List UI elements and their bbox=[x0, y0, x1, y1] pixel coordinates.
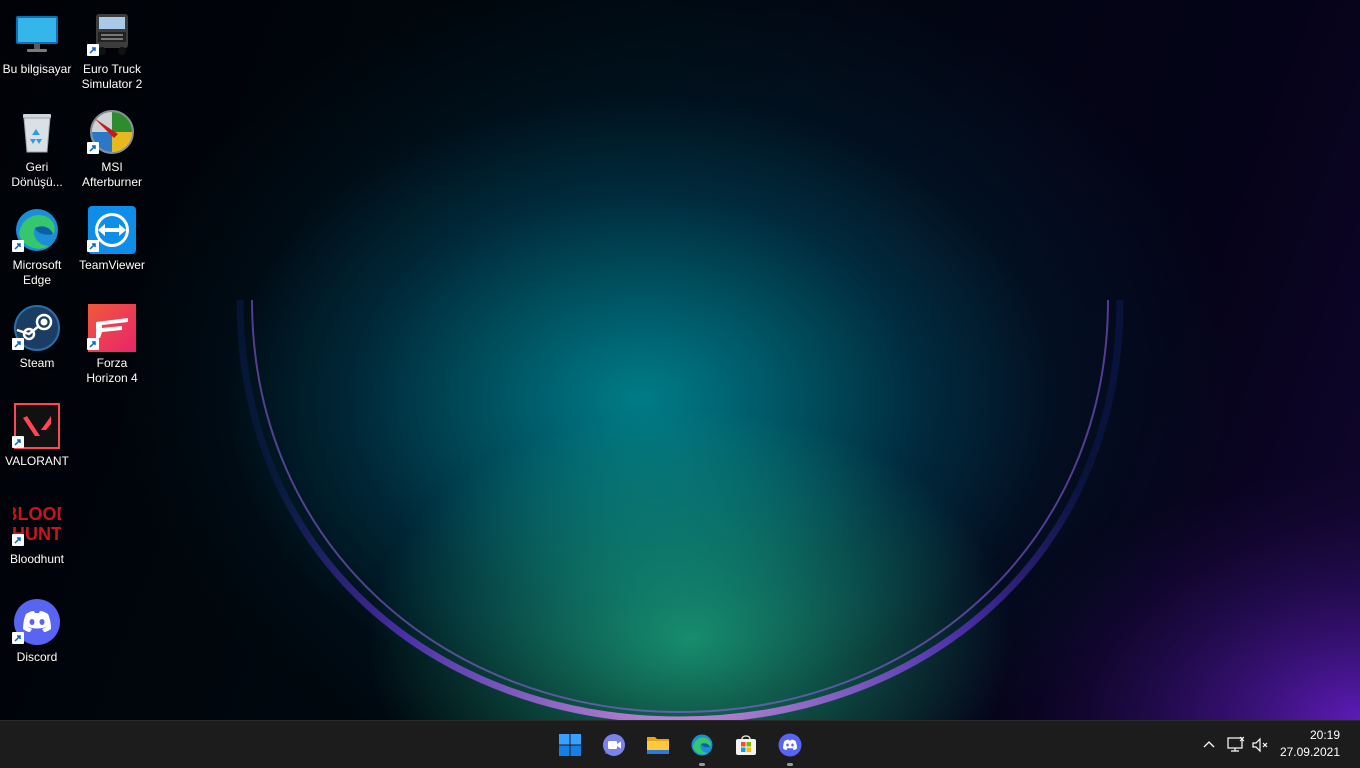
chevron-up-icon bbox=[1203, 741, 1215, 748]
file-explorer-button[interactable] bbox=[638, 725, 678, 765]
show-hidden-icons-button[interactable] bbox=[1197, 733, 1221, 757]
shortcut-arrow-icon bbox=[12, 436, 24, 448]
shortcut-arrow-icon bbox=[87, 338, 99, 350]
taskbar: 20:19 27.09.2021 bbox=[0, 720, 1360, 768]
svg-text:BLOOD: BLOOD bbox=[13, 504, 61, 524]
desktop-icon-label: TeamViewer bbox=[79, 258, 145, 272]
shortcut-arrow-icon bbox=[12, 338, 24, 350]
clock-date: 27.09.2021 bbox=[1279, 745, 1340, 759]
desktop-icon-label: Bu bilgisayar bbox=[2, 62, 72, 76]
desktop-icon-bloodhunt[interactable]: BLOOD HUNT Bloodhunt bbox=[0, 494, 74, 588]
desktop-icon-this-pc[interactable]: Bu bilgisayar bbox=[0, 4, 74, 98]
discord-icon bbox=[778, 733, 802, 757]
start-button[interactable] bbox=[550, 725, 590, 765]
desktop-icon-recycle-bin[interactable]: Geri Dönüşü... bbox=[0, 102, 74, 196]
desktop-icon-steam[interactable]: Steam bbox=[0, 298, 74, 392]
desktop-icon-label: Microsoft Edge bbox=[12, 258, 62, 287]
edge-taskbar-button[interactable] bbox=[682, 725, 722, 766]
desktop-icon-label: Bloodhunt bbox=[9, 552, 65, 566]
wallpaper-bloom bbox=[236, 299, 1360, 720]
desktop-icon-label: Steam bbox=[19, 356, 55, 370]
monitor-icon bbox=[16, 16, 58, 52]
desktop[interactable]: Bu bilgisayar Geri Dönüşü... Microsoft E… bbox=[0, 0, 1360, 720]
shortcut-arrow-icon bbox=[87, 44, 99, 56]
desktop-icon-label: Discord bbox=[16, 650, 58, 664]
desktop-icon-label: Geri Dönüşü... bbox=[11, 160, 63, 189]
volume-button[interactable] bbox=[1249, 733, 1273, 757]
teams-chat-button[interactable] bbox=[594, 725, 634, 765]
shortcut-arrow-icon bbox=[12, 240, 24, 252]
desktop-icon-label: VALORANT bbox=[5, 454, 69, 468]
clock[interactable]: 20:19 27.09.2021 bbox=[1272, 727, 1356, 761]
volume-muted-icon bbox=[1252, 737, 1268, 753]
desktop-icon-valorant[interactable]: VALORANT bbox=[0, 396, 74, 490]
shortcut-arrow-icon bbox=[87, 240, 99, 252]
running-indicator bbox=[699, 763, 705, 766]
shortcut-arrow-icon bbox=[12, 632, 24, 644]
shortcut-arrow-icon bbox=[12, 534, 24, 546]
store-icon bbox=[736, 735, 756, 755]
recycle-bin-icon bbox=[23, 114, 51, 153]
running-indicator bbox=[787, 763, 793, 766]
desktop-icon-edge[interactable]: Microsoft Edge bbox=[0, 200, 74, 294]
desktop-icon-label: Forza Horizon 4 bbox=[86, 356, 138, 385]
network-status-button[interactable] bbox=[1224, 733, 1248, 757]
desktop-icon-label: Euro Truck Simulator 2 bbox=[81, 62, 143, 91]
shortcut-arrow-icon bbox=[87, 142, 99, 154]
clock-time: 20:19 bbox=[1309, 728, 1340, 742]
video-chat-icon bbox=[603, 734, 625, 756]
windows-logo-icon bbox=[559, 734, 581, 756]
edge-icon bbox=[691, 734, 713, 756]
desktop-icon-discord[interactable]: Discord bbox=[0, 592, 74, 686]
desktop-icon-label: MSI Afterburner bbox=[81, 160, 143, 189]
desktop-icon-msi-afterburner[interactable]: MSI Afterburner bbox=[75, 102, 149, 196]
discord-taskbar-button[interactable] bbox=[770, 725, 810, 766]
store-button[interactable] bbox=[726, 725, 766, 765]
folder-icon bbox=[647, 737, 669, 754]
desktop-icon-teamviewer[interactable]: TeamViewer bbox=[75, 200, 149, 294]
desktop-icon-forza-horizon-4[interactable]: Forza Horizon 4 bbox=[75, 298, 149, 392]
network-icon bbox=[1227, 736, 1245, 752]
desktop-icon-euro-truck-simulator-2[interactable]: Euro Truck Simulator 2 bbox=[75, 4, 149, 98]
